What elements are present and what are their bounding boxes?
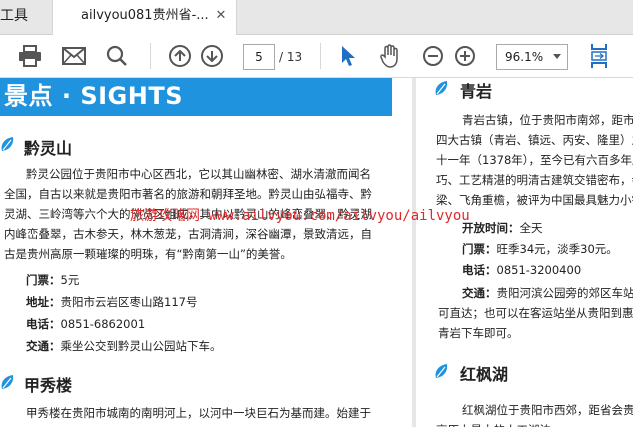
banner-title: 景点 · SIGHTS (4, 82, 183, 110)
field-phone: 电话：0851-3200400 (462, 263, 582, 277)
toolbar-divider (320, 43, 321, 69)
field-traffic: 交通：乘坐公交到黔灵山公园站下车。 (26, 339, 222, 353)
toolbar-divider (150, 43, 151, 69)
heading-hongfenghu: 红枫湖 (460, 365, 509, 384)
field-ticket: 门票：5元 (26, 273, 80, 287)
heading-jiaxiulou: 甲秀楼 (24, 376, 73, 395)
paragraph-jiaxiulou: 甲秀楼在贵阳市城南的南明河上，以河中一块巨石为基而建。始建于 (26, 406, 371, 420)
page-number-input[interactable]: 5 (243, 44, 275, 70)
leaf-bullet-icon (1, 375, 14, 389)
fit-page-icon[interactable] (585, 42, 613, 70)
zoom-value: 96.1% (505, 50, 544, 64)
tab-tools[interactable]: 工具 (0, 0, 28, 34)
document-page-left: 景点 · SIGHTS 黔灵山 黔灵公园位于贵阳市中心区西北，它以其山幽林密、湖… (0, 78, 412, 427)
document-page-right: 青岩 青岩古镇，位于贵阳市南郊，距市区29公里，是贵州四大古镇（青岩、镇远、丙安… (416, 78, 633, 427)
page-down-icon[interactable] (198, 42, 226, 70)
hand-icon[interactable] (376, 42, 404, 70)
search-icon[interactable] (103, 42, 131, 70)
page-total: / 13 (279, 50, 303, 64)
document-viewer[interactable]: 景点 · SIGHTS 黔灵山 黔灵公园位于贵阳市中心区西北，它以其山幽林密、湖… (0, 78, 633, 427)
paragraph-hongfenghu: 红枫湖位于贵阳市西郊，距省会贵阳32公里，是贵州高原上最大的人工湖泊。 (436, 403, 633, 427)
watermark-text: 旅游攻略网 www.ailvyou.com/ailvyou/ailvyou (130, 208, 470, 224)
document-tab-title: ailvyou081贵州省-... (81, 8, 209, 23)
tab-document[interactable]: ailvyou081贵州省-... ✕ (52, 0, 237, 35)
field-address: 地址：贵阳市云岩区枣山路117号 (26, 295, 198, 309)
zoom-select[interactable]: 96.1% (496, 44, 568, 70)
field-ticket: 门票：旺季34元，淡季30元。 (462, 242, 618, 256)
toolbar: 5 / 13 96.1% (0, 35, 633, 78)
paragraph-qingyan: 青岩古镇，位于贵阳市南郊，距市区29公里，是贵州四大古镇（青岩、镇远、丙安、隆里… (436, 113, 633, 207)
tab-bar: 工具 ailvyou081贵州省-... ✕ (0, 0, 633, 35)
zoom-out-icon[interactable] (419, 42, 447, 70)
field-open-hours: 开放时间：全天 (462, 221, 543, 235)
section-banner: 景点 · SIGHTS (0, 78, 392, 116)
mail-icon[interactable] (60, 42, 88, 70)
printer-icon[interactable] (16, 42, 44, 70)
heading-qingyan: 青岩 (460, 82, 493, 101)
heading-qianlingshan: 黔灵山 (24, 139, 73, 158)
field-traffic: 交通：贵阳河滨公园旁的郊区车站乘坐到青岩的中巴车可直达；也可以在客运站坐从贵阳到… (438, 286, 633, 340)
leaf-bullet-icon (1, 137, 14, 151)
chevron-down-icon (553, 54, 561, 59)
select-cursor-icon[interactable] (334, 42, 362, 70)
zoom-in-icon[interactable] (451, 42, 479, 70)
close-icon[interactable]: ✕ (214, 9, 228, 23)
leaf-bullet-icon (435, 364, 448, 378)
page-up-icon[interactable] (166, 42, 194, 70)
leaf-bullet-icon (435, 81, 448, 95)
field-phone: 电话：0851-6862001 (26, 317, 146, 331)
